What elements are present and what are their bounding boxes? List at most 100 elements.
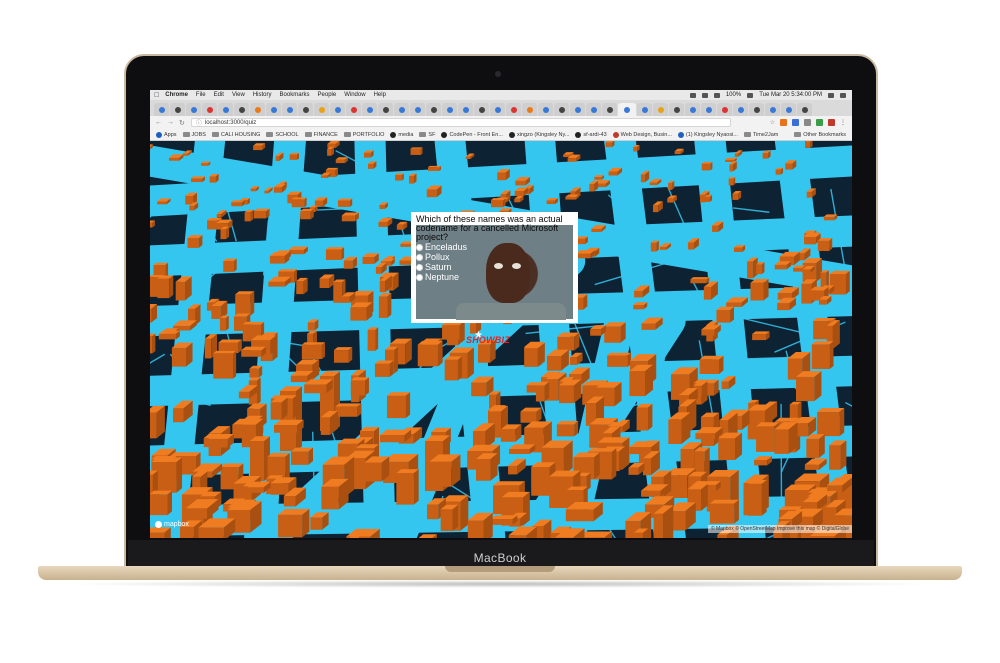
menu-chrome[interactable]: Chrome	[165, 92, 188, 98]
browser-tab[interactable]	[733, 103, 748, 116]
browser-tab[interactable]	[637, 103, 652, 116]
browser-tab[interactable]	[154, 103, 169, 116]
quiz-option[interactable]: Neptune	[416, 272, 575, 282]
extension-icon[interactable]	[780, 119, 787, 126]
bookmark-media[interactable]: media	[390, 131, 413, 138]
menu-window[interactable]: Window	[344, 92, 365, 98]
bookmark-github[interactable]: xingzo (Kingsley Ny...	[508, 131, 569, 138]
browser-tab[interactable]	[442, 103, 457, 116]
bookmark-folder[interactable]: FINANCE	[304, 132, 338, 138]
bookmark-folder[interactable]: SF	[419, 132, 435, 138]
menu-list-icon[interactable]	[840, 92, 846, 98]
favicon-icon	[414, 106, 421, 113]
browser-tab[interactable]	[749, 103, 764, 116]
extension-icon[interactable]	[828, 119, 835, 126]
favicon-icon	[366, 106, 373, 113]
radio-icon[interactable]	[416, 253, 423, 261]
browser-tab[interactable]	[685, 103, 700, 116]
browser-tab[interactable]	[781, 103, 796, 116]
browser-tab[interactable]	[234, 103, 249, 116]
browser-tab[interactable]	[490, 103, 505, 116]
browser-tab[interactable]	[653, 103, 668, 116]
menu-bookmarks[interactable]: Bookmarks	[280, 92, 310, 98]
browser-tab[interactable]	[250, 103, 265, 116]
browser-tab[interactable]	[669, 103, 684, 116]
browser-tab[interactable]	[266, 103, 281, 116]
bookmark-codepen[interactable]: CodePen - Front En...	[441, 131, 503, 138]
battery-icon[interactable]	[747, 92, 754, 98]
status-icon[interactable]	[689, 92, 696, 98]
clock[interactable]: Tue Mar 20 5:34:00 PM	[759, 92, 822, 98]
forward-icon[interactable]: →	[167, 119, 174, 126]
browser-tab[interactable]	[522, 103, 537, 116]
browser-tab[interactable]	[330, 103, 345, 116]
browser-tab[interactable]	[570, 103, 585, 116]
browser-tab[interactable]	[554, 103, 569, 116]
menu-people[interactable]: People	[318, 92, 337, 98]
info-icon[interactable]: ⓘ	[196, 118, 202, 127]
bookmark-folder[interactable]: CALI HOUSING	[211, 132, 260, 138]
browser-tab[interactable]	[202, 103, 217, 116]
radio-icon[interactable]	[416, 243, 423, 251]
bookmark-star-icon[interactable]: ☆	[770, 119, 775, 126]
reload-icon[interactable]: ↻	[179, 119, 185, 127]
browser-tab[interactable]	[394, 103, 409, 116]
bookmark-folder[interactable]: JOBS	[182, 132, 206, 138]
browser-tab[interactable]	[474, 103, 489, 116]
bookmark-web-design[interactable]: Web Design, Busin...	[612, 131, 672, 138]
browser-tab[interactable]	[282, 103, 297, 116]
other-bookmarks[interactable]: Other Bookmarks	[794, 132, 846, 138]
menu-history[interactable]: History	[253, 92, 272, 98]
mapbox-icon	[155, 521, 162, 528]
bookmark-folder[interactable]: SCHOOL	[266, 132, 299, 138]
search-icon[interactable]	[828, 92, 834, 98]
browser-tab[interactable]	[797, 103, 812, 116]
map-building	[817, 238, 833, 252]
browser-tab[interactable]	[602, 103, 617, 116]
map-attribution[interactable]: © Mapbox © OpenStreetMap Improve this ma…	[707, 525, 852, 533]
browser-tab[interactable]	[298, 103, 313, 116]
menu-help[interactable]: Help	[374, 92, 386, 98]
extension-icon[interactable]	[792, 119, 799, 126]
browser-tab[interactable]	[458, 103, 473, 116]
bookmark-sf-ardi[interactable]: sf-ardi-43	[575, 131, 607, 138]
bookmark-linkedin[interactable]: (1) Kingsley Nyaosi...	[677, 131, 738, 138]
menu-edit[interactable]: Edit	[214, 92, 224, 98]
quiz-option[interactable]: Saturn	[416, 262, 575, 272]
browser-tab[interactable]	[586, 103, 601, 116]
browser-tab[interactable]	[701, 103, 716, 116]
browser-tab[interactable]	[426, 103, 441, 116]
browser-tab[interactable]	[618, 103, 636, 116]
browser-tab[interactable]	[378, 103, 393, 116]
browser-tab[interactable]	[218, 103, 233, 116]
bookmark-folder[interactable]: PORTFOLIO	[343, 132, 384, 138]
bookmark-time2jam[interactable]: Time2Jam	[743, 132, 778, 138]
more-menu-icon[interactable]: ⋮	[840, 119, 846, 126]
radio-icon[interactable]	[416, 273, 423, 281]
map-canvas[interactable]: Which of these names was an actual coden…	[150, 141, 852, 538]
quiz-option[interactable]: Enceladus	[416, 242, 575, 252]
status-icon[interactable]	[701, 92, 708, 98]
browser-tab[interactable]	[538, 103, 553, 116]
mapbox-logo[interactable]: mapbox	[155, 521, 189, 528]
wifi-icon[interactable]	[713, 92, 720, 98]
browser-tab[interactable]	[765, 103, 780, 116]
browser-tab[interactable]	[186, 103, 201, 116]
menu-file[interactable]: File	[196, 92, 206, 98]
browser-tab[interactable]	[346, 103, 361, 116]
radio-icon[interactable]	[416, 263, 423, 271]
browser-tab[interactable]	[506, 103, 521, 116]
back-icon[interactable]: ←	[155, 119, 162, 126]
bookmark-apps[interactable]: Apps	[156, 131, 177, 138]
browser-tab[interactable]	[717, 103, 732, 116]
browser-tab[interactable]	[410, 103, 425, 116]
browser-tab[interactable]	[314, 103, 329, 116]
extension-icon[interactable]	[816, 119, 823, 126]
apple-icon[interactable]: 	[154, 92, 159, 99]
browser-tab[interactable]	[362, 103, 377, 116]
quiz-option[interactable]: Pollux	[416, 252, 575, 262]
extension-icon[interactable]	[804, 119, 811, 126]
address-bar[interactable]: ⓘ localhost:3000/quiz	[190, 118, 731, 127]
menu-view[interactable]: View	[232, 92, 245, 98]
browser-tab[interactable]	[170, 103, 185, 116]
